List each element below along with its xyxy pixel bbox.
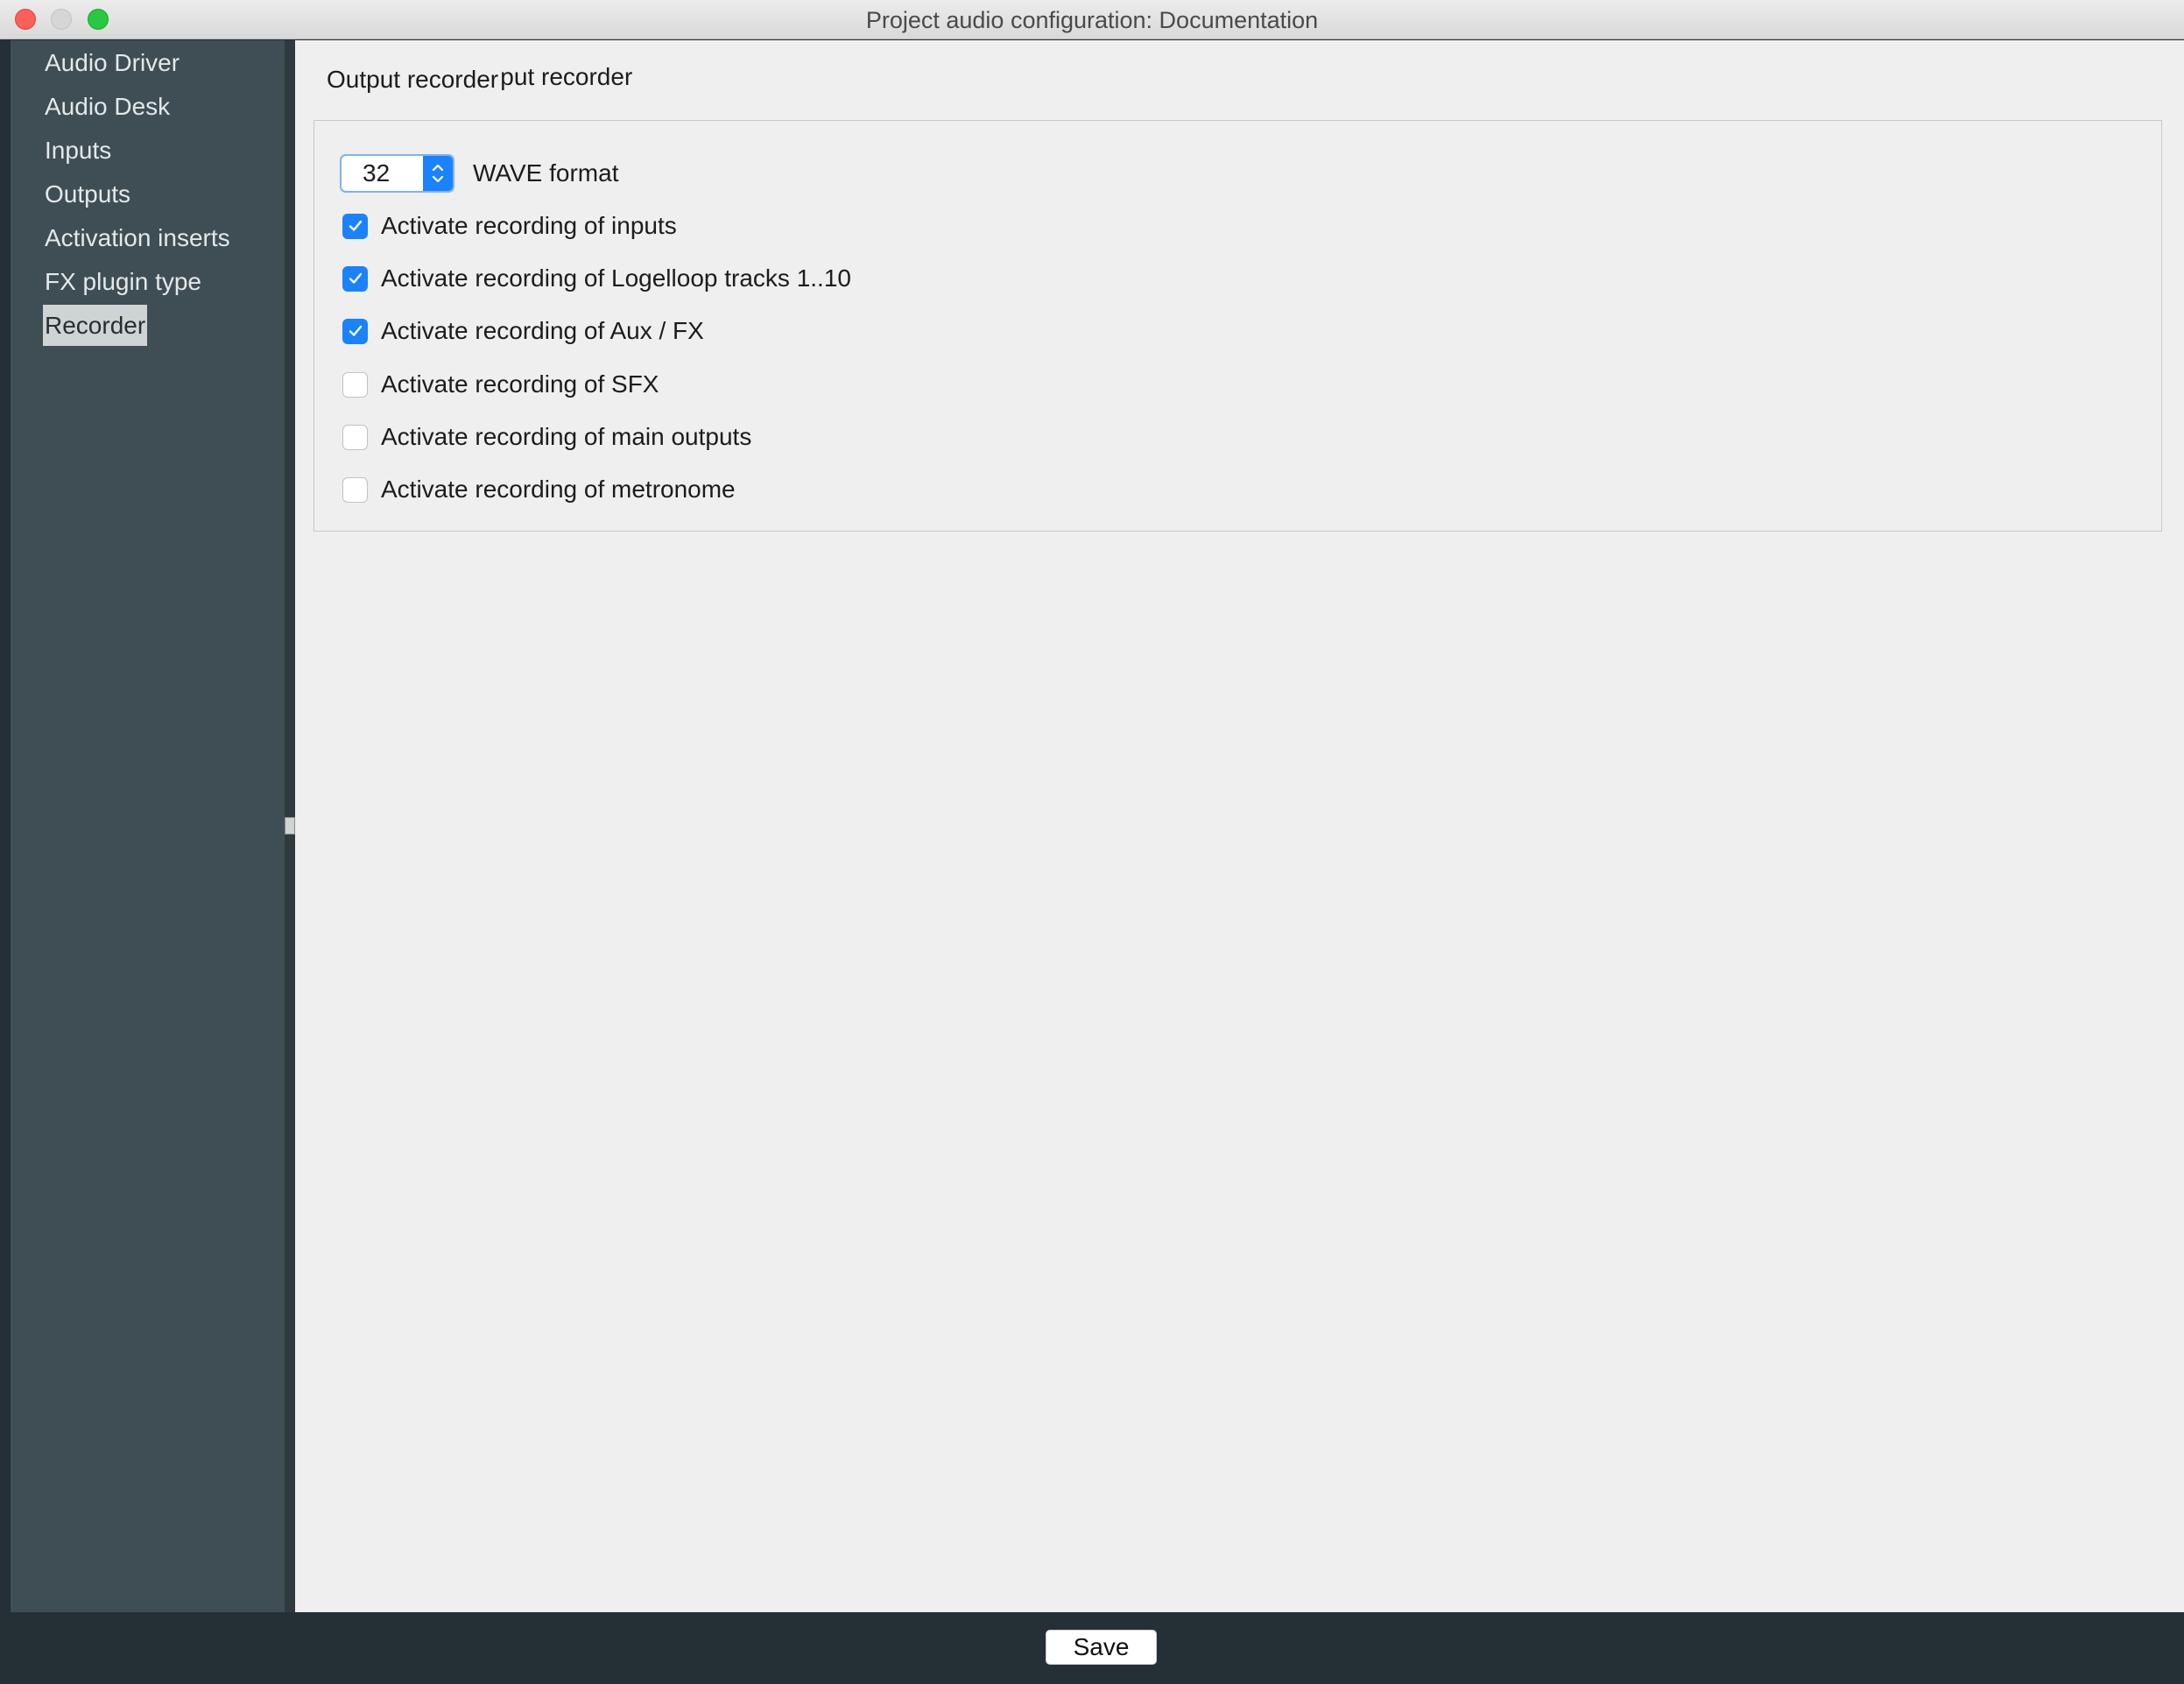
checkbox-box[interactable] <box>342 213 368 239</box>
checkmark-icon <box>349 325 362 336</box>
stepper-arrows-icon[interactable] <box>423 156 453 191</box>
sidebar-item-audio-desk[interactable]: Audio Desk <box>43 86 172 127</box>
sidebar-item-recorder[interactable]: Recorder <box>43 305 148 346</box>
sidebar-item-inputs[interactable]: Inputs <box>43 130 113 171</box>
record-logelloop-tracks-checkbox[interactable]: Activate recording of Logelloop tracks 1… <box>342 261 851 296</box>
checkbox-box[interactable] <box>342 265 368 292</box>
content-panel: Activate output recorder Activate record… <box>295 40 2184 1612</box>
sidebar-item-audio-driver[interactable]: Audio Driver <box>43 42 181 83</box>
title-bar: Project audio configuration: Documentati… <box>0 0 2184 39</box>
record-inputs-label: Activate recording of inputs <box>381 212 677 239</box>
wave-format-label: WAVE format <box>473 159 619 187</box>
window-title: Project audio configuration: Documentati… <box>865 7 1319 33</box>
save-button[interactable]: Save <box>1046 1630 1157 1665</box>
sidebar-item-outputs[interactable]: Outputs <box>43 173 132 215</box>
checkmark-icon <box>349 220 362 231</box>
record-metronome-label: Activate recording of metronome <box>381 476 736 503</box>
splitter-handle[interactable] <box>285 817 295 835</box>
sidebar-item-activation-inserts[interactable]: Activation inserts <box>43 217 232 258</box>
sidebar: Audio Driver Audio Desk Inputs Outputs A… <box>11 40 285 1612</box>
checkbox-box[interactable] <box>342 424 368 450</box>
checkbox-box[interactable] <box>342 371 368 398</box>
record-sfx-checkbox[interactable]: Activate recording of SFX <box>342 367 659 402</box>
checkmark-icon <box>349 272 362 284</box>
record-main-outputs-label: Activate recording of main outputs <box>381 423 752 450</box>
output-recorder-group-title: Output recorder <box>325 65 501 95</box>
record-sfx-label: Activate recording of SFX <box>381 370 659 398</box>
record-inputs-checkbox[interactable]: Activate recording of inputs <box>342 208 677 243</box>
checkbox-box[interactable] <box>342 476 368 503</box>
app-window: Project audio configuration: Documentati… <box>0 0 2184 1684</box>
checkbox-box[interactable] <box>342 318 368 344</box>
record-aux-fx-label: Activate recording of Aux / FX <box>381 317 704 344</box>
bit-depth-spinner[interactable]: 32 <box>340 154 454 193</box>
sidebar-item-fx-plugin-type[interactable]: FX plugin type <box>43 261 203 302</box>
record-logelloop-tracks-label: Activate recording of Logelloop tracks 1… <box>381 264 851 292</box>
bit-depth-value[interactable]: 32 <box>363 156 390 191</box>
record-metronome-checkbox[interactable]: Activate recording of metronome <box>342 472 736 507</box>
record-aux-fx-checkbox[interactable]: Activate recording of Aux / FX <box>342 314 704 349</box>
record-main-outputs-checkbox[interactable]: Activate recording of main outputs <box>342 419 751 454</box>
